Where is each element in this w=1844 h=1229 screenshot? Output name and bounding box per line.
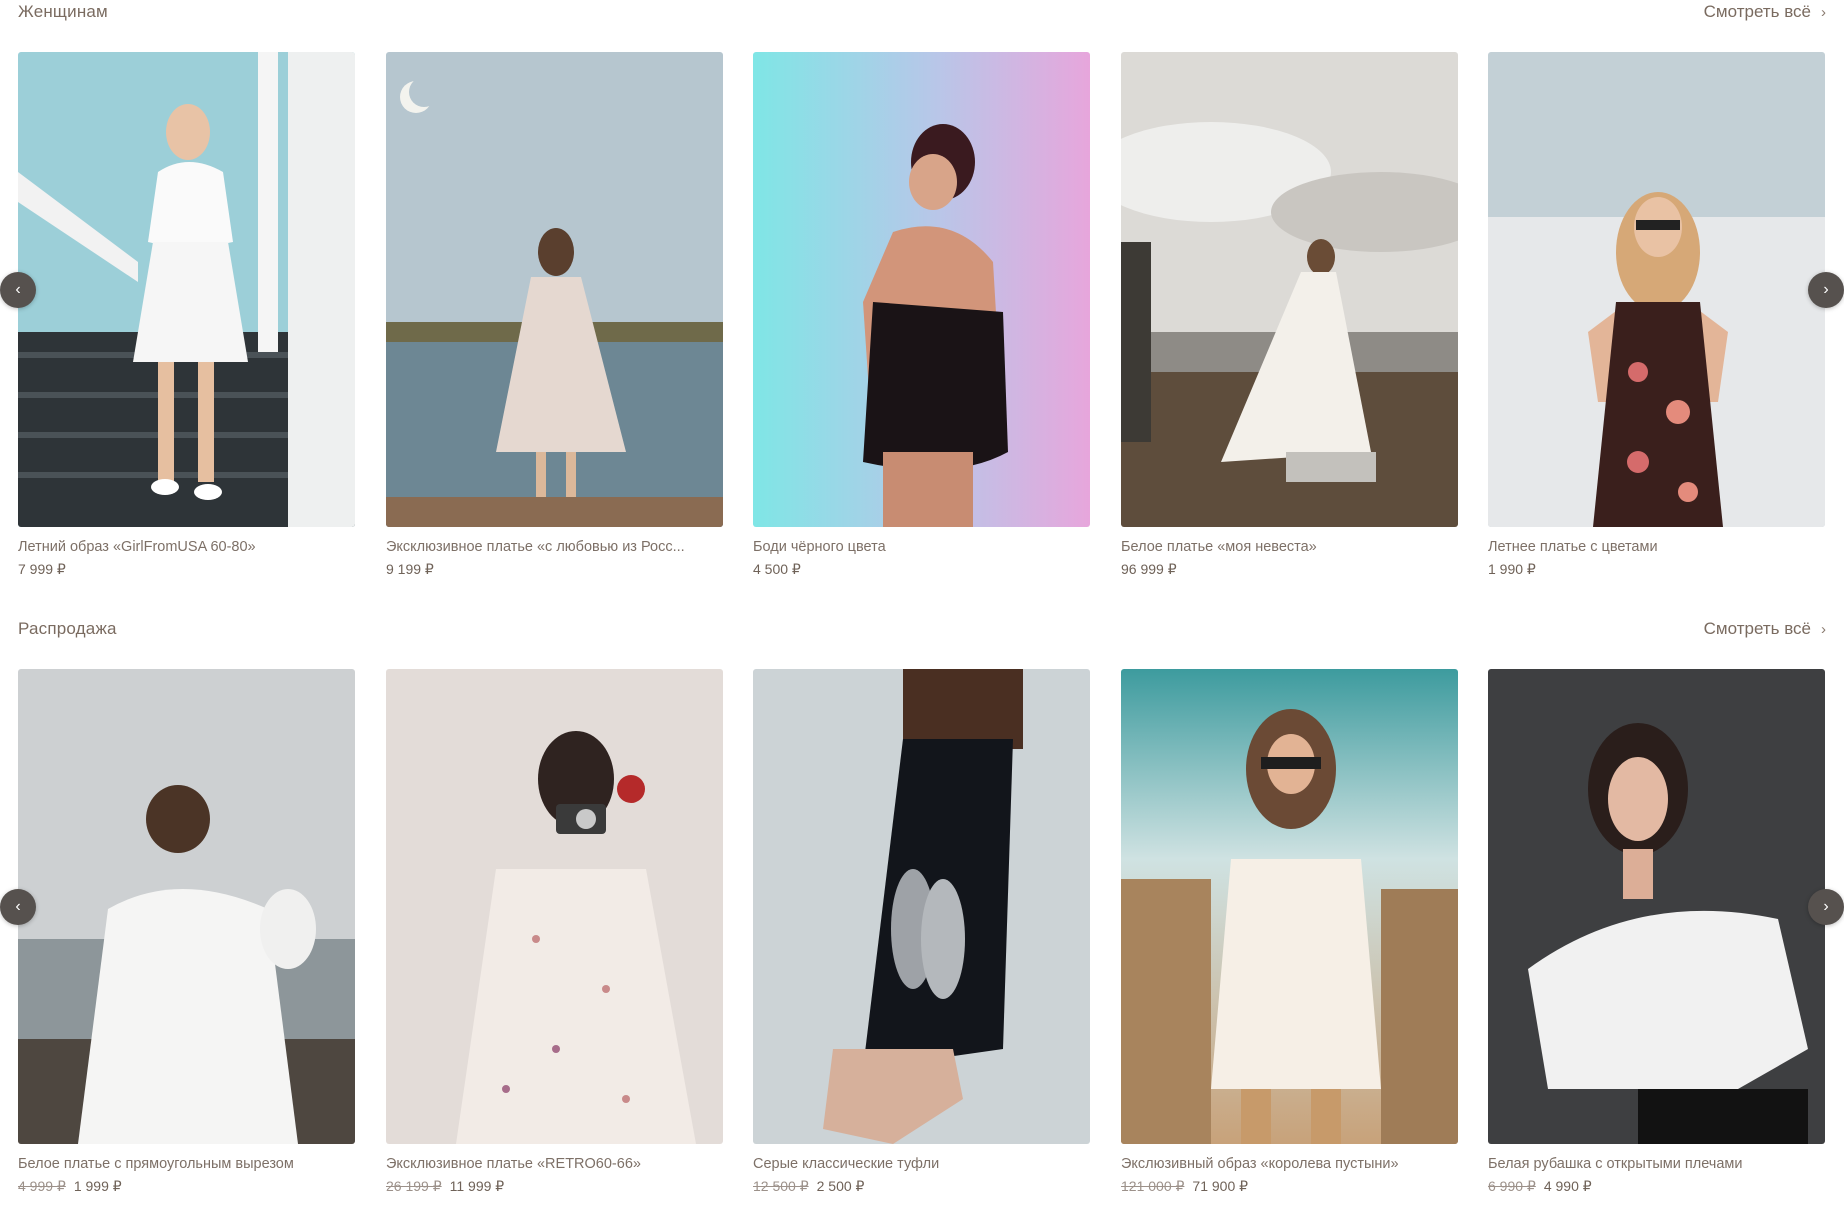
product-card[interactable]: Летний образ «GirlFromUSA 60-80» 7 999 ₽ (18, 52, 355, 578)
product-price: 4 999 ₽ 1 999 ₽ (18, 1178, 355, 1195)
product-name: Летнее платье с цветами (1488, 539, 1658, 555)
product-card[interactable]: Экслюзивный образ «королева пустыни» 121… (1121, 669, 1458, 1195)
price-current: 2 500 ₽ (816, 1178, 865, 1194)
product-card[interactable]: Летнее платье с цветами 1 990 ₽ (1488, 52, 1825, 578)
product-price: 121 000 ₽ 71 900 ₽ (1121, 1178, 1458, 1195)
product-name: Летний образ «GirlFromUSA 60-80» (18, 539, 256, 555)
price-current: 1 999 ₽ (73, 1178, 122, 1194)
product-photo (1488, 669, 1825, 1144)
price-current: 4 500 ₽ (753, 561, 801, 577)
product-photo (1488, 52, 1825, 527)
product-photo (18, 669, 355, 1144)
product-carousel: Летний образ «GirlFromUSA 60-80» 7 999 ₽ (18, 52, 1826, 612)
product-name: Эксклюзивное платье «RETRO60-66» (386, 1156, 641, 1172)
product-photo (1121, 669, 1458, 1144)
see-all-link[interactable]: Смотреть всё › (1704, 619, 1826, 639)
product-price: 6 990 ₽ 4 990 ₽ (1488, 1178, 1825, 1195)
product-card[interactable]: Эксклюзивное платье «RETRO60-66» 26 199 … (386, 669, 723, 1195)
product-price: 4 500 ₽ (753, 561, 1090, 578)
product-name: Эксклюзивное платье «с любовью из Росс..… (386, 539, 685, 555)
product-card[interactable]: Боди чёрного цвета 4 500 ₽ (753, 52, 1090, 578)
carousel-prev-button[interactable]: ‹ (0, 272, 36, 308)
product-name: Экслюзивный образ «королева пустыни» (1121, 1156, 1399, 1172)
product-photo (753, 52, 1090, 527)
price-current: 96 999 ₽ (1121, 561, 1177, 577)
price-current: 1 990 ₽ (1488, 561, 1536, 577)
product-card[interactable]: Белое платье с прямоугольным вырезом 4 9… (18, 669, 355, 1195)
price-old: 121 000 ₽ (1121, 1178, 1185, 1194)
product-carousel: Белое платье с прямоугольным вырезом 4 9… (18, 669, 1826, 1229)
price-current: 4 990 ₽ (1543, 1178, 1592, 1194)
product-price: 7 999 ₽ (18, 561, 355, 578)
price-old: 26 199 ₽ (386, 1178, 442, 1194)
carousel-next-button[interactable]: › (1808, 272, 1844, 308)
price-current: 9 199 ₽ (386, 561, 434, 577)
product-price: 96 999 ₽ (1121, 561, 1458, 578)
product-name: Серые классические туфли (753, 1156, 940, 1172)
product-photo (386, 669, 723, 1144)
price-old: 6 990 ₽ (1488, 1178, 1536, 1194)
product-name: Боди чёрного цвета (753, 539, 886, 555)
chevron-right-icon: › (1821, 620, 1826, 638)
product-price: 1 990 ₽ (1488, 561, 1825, 578)
section-title: Женщинам (18, 2, 108, 21)
product-card[interactable]: Эксклюзивное платье «с любовью из Росс..… (386, 52, 723, 578)
product-photo (386, 52, 723, 527)
product-photo (1121, 52, 1458, 527)
see-all-link[interactable]: Смотреть всё › (1704, 2, 1826, 22)
product-photo (753, 669, 1090, 1144)
carousel-next-button[interactable]: › (1808, 889, 1844, 925)
product-price: 9 199 ₽ (386, 561, 723, 578)
price-current: 11 999 ₽ (449, 1178, 505, 1194)
product-name: Белая рубашка с открытыми плечами (1488, 1156, 1743, 1172)
section-title: Распродажа (18, 619, 117, 638)
product-name: Белое платье с прямоугольным вырезом (18, 1156, 294, 1172)
product-card[interactable]: Белая рубашка с открытыми плечами 6 990 … (1488, 669, 1825, 1195)
product-price: 12 500 ₽ 2 500 ₽ (753, 1178, 1090, 1195)
product-card[interactable]: Серые классические туфли 12 500 ₽ 2 500 ₽ (753, 669, 1090, 1195)
see-all-label: Смотреть всё (1703, 619, 1811, 638)
see-all-label: Смотреть всё (1703, 2, 1811, 21)
price-old: 4 999 ₽ (18, 1178, 66, 1194)
price-current: 71 900 ₽ (1192, 1178, 1249, 1194)
price-old: 12 500 ₽ (753, 1178, 809, 1194)
carousel-prev-button[interactable]: ‹ (0, 889, 36, 925)
price-current: 7 999 ₽ (18, 561, 66, 577)
chevron-right-icon: › (1821, 3, 1826, 21)
product-price: 26 199 ₽ 11 999 ₽ (386, 1178, 723, 1195)
product-card[interactable]: Белое платье «моя невеста» 96 999 ₽ (1121, 52, 1458, 578)
product-name: Белое платье «моя невеста» (1121, 539, 1317, 555)
product-photo (18, 52, 355, 527)
